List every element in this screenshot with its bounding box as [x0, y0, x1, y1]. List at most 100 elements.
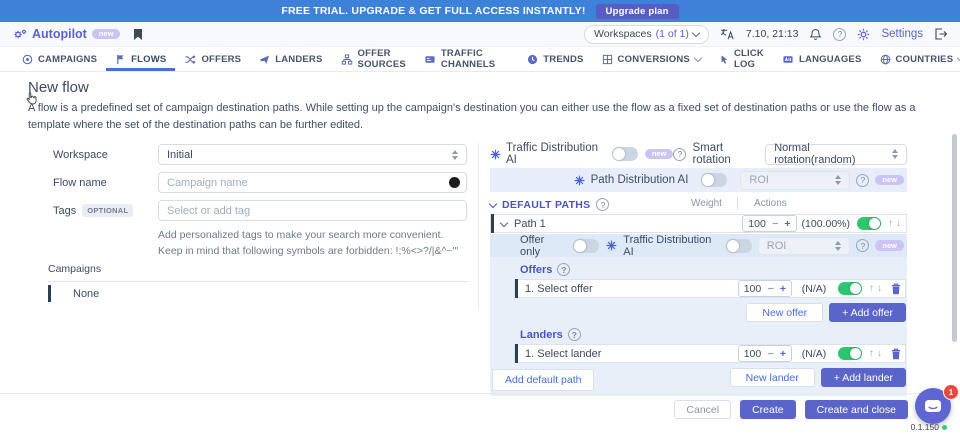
move-up-icon[interactable]: ↑ [869, 283, 875, 294]
offer-weight-value[interactable]: 100 [744, 283, 762, 295]
move-down-icon[interactable]: ↓ [877, 348, 883, 359]
default-paths-header: DEFAULT PATHS ? Weight Actions [490, 197, 907, 212]
accent-bar [491, 214, 494, 233]
tab-label: CLICK LOG [734, 48, 764, 70]
weight-minus-button[interactable]: − [768, 283, 774, 295]
create-and-close-button[interactable]: Create and close [805, 400, 908, 419]
path-row[interactable]: Path 1 100 − + (100.00%) ↑ ↓ [490, 214, 907, 233]
tab-countries[interactable]: COUNTRIES [871, 47, 960, 71]
new-lander-button[interactable]: New lander [730, 368, 815, 387]
path-ai-help-icon[interactable]: ? [856, 174, 869, 187]
move-down-icon[interactable]: ↓ [877, 283, 883, 294]
flow-name-input[interactable] [158, 172, 467, 193]
weight-plus-button[interactable]: + [780, 348, 786, 360]
tab-trends[interactable]: TRENDS [518, 47, 592, 71]
path-weight-value[interactable]: 100 [748, 218, 766, 230]
collapse-chevron-icon[interactable] [489, 199, 497, 207]
divider [48, 281, 468, 282]
path-ai-metric-select[interactable]: ROI [740, 171, 850, 190]
create-button[interactable]: Create [740, 400, 796, 419]
path-metric-select[interactable]: ROI [758, 237, 851, 255]
ai-star-icon [606, 240, 617, 251]
smart-rotation-select[interactable]: Normal rotation(random) [765, 144, 907, 165]
offers-section-title: Offers ? [520, 263, 907, 276]
offer-only-toggle[interactable] [573, 239, 599, 253]
traffic-ai-label: Traffic Distribution AI [506, 142, 605, 166]
lander-row[interactable]: 1. Select lander 100 − + (N/A) ↑ ↓ [514, 344, 906, 363]
workspace-value: Initial [167, 149, 193, 161]
traffic-ai-toggle[interactable] [612, 147, 638, 161]
flow-name-row: Flow name [53, 172, 467, 193]
path-weight-stepper[interactable]: 100 − + [742, 215, 796, 232]
path-collapse-chevron-icon[interactable] [500, 218, 508, 226]
clock-icon [527, 54, 538, 65]
tab-click-log[interactable]: CLICK LOG [710, 47, 773, 71]
path-ai-toggle[interactable] [701, 173, 727, 187]
landers-section-title: Landers ? [520, 328, 907, 341]
tab-flows[interactable]: FLOWS [106, 47, 175, 71]
offer-weight-stepper[interactable]: 100 − + [738, 280, 792, 297]
settings-gear-icon[interactable] [857, 28, 870, 41]
workspace-select[interactable]: Initial [158, 144, 467, 165]
tab-campaigns[interactable]: CAMPAIGNS [13, 47, 106, 71]
weight-plus-button[interactable]: + [780, 283, 786, 295]
new-offer-button[interactable]: New offer [746, 303, 823, 322]
tags-input[interactable] [158, 200, 467, 221]
translate-icon[interactable] [720, 28, 735, 40]
campaigns-none-row: None [48, 285, 468, 302]
upgrade-plan-button[interactable]: Upgrade plan [596, 4, 679, 19]
add-offer-button[interactable]: + Add offer [829, 303, 906, 322]
offer-stat: (N/A) [797, 283, 831, 295]
default-paths-help-icon[interactable]: ? [596, 198, 609, 211]
path-ai-metric-value: ROI [749, 174, 769, 186]
tab-conversions[interactable]: CONVERSIONS [593, 47, 710, 71]
offers-help-icon[interactable]: ? [557, 263, 570, 276]
logout-icon[interactable] [934, 28, 947, 40]
lander-select-label[interactable]: 1. Select lander [525, 348, 601, 360]
smart-rotation-help-icon[interactable]: ? [673, 148, 686, 161]
main-nav: CAMPAIGNS FLOWS OFFERS LANDERS OFFER SOU… [0, 47, 960, 72]
weight-minus-button[interactable]: − [772, 218, 778, 230]
lander-stat: (N/A) [797, 348, 831, 360]
settings-link[interactable]: Settings [881, 28, 923, 40]
help-icon[interactable]: ? [833, 28, 846, 41]
path-metric-help-icon[interactable]: ? [856, 239, 869, 252]
tags-row: Tags OPTIONAL [53, 200, 467, 221]
path-traffic-ai-toggle[interactable] [726, 239, 752, 253]
lander-weight-stepper[interactable]: 100 − + [738, 345, 792, 362]
flow-color-dot[interactable] [449, 177, 460, 188]
weight-plus-button[interactable]: + [784, 218, 790, 230]
bookmark-icon[interactable] [133, 28, 143, 41]
add-default-path-button[interactable]: Add default path [492, 369, 594, 391]
move-up-icon[interactable]: ↑ [869, 348, 875, 359]
tab-offer-sources[interactable]: OFFER SOURCES [332, 47, 415, 71]
weight-minus-button[interactable]: − [768, 348, 774, 360]
cancel-button[interactable]: Cancel [674, 400, 731, 419]
offer-row[interactable]: 1. Select offer 100 − + (N/A) ↑ ↓ [514, 279, 906, 298]
landers-help-icon[interactable]: ? [568, 328, 581, 341]
add-lander-button[interactable]: + Add lander [821, 368, 906, 387]
delete-offer-icon[interactable] [891, 283, 901, 295]
language-card-icon [782, 54, 794, 65]
path-enabled-toggle[interactable] [857, 217, 881, 230]
brand[interactable]: Autopilot new [13, 27, 120, 41]
tab-languages[interactable]: LANGUAGES [773, 47, 871, 71]
weight-column-header: Weight [691, 198, 722, 209]
offer-enabled-toggle[interactable] [838, 282, 862, 295]
tab-offers[interactable]: OFFERS [175, 47, 250, 71]
traffic-ai-row: Traffic Distribution AI new ? Smart rota… [490, 143, 907, 165]
workspaces-dropdown[interactable]: Workspaces (1 of 1) [584, 25, 709, 44]
campaigns-value: None [73, 288, 99, 300]
lander-weight-value[interactable]: 100 [744, 348, 762, 360]
move-up-icon[interactable]: ↑ [888, 218, 894, 229]
offer-select-label[interactable]: 1. Select offer [525, 283, 593, 295]
delete-lander-icon[interactable] [891, 348, 901, 360]
accent-bar [515, 344, 518, 363]
tab-traffic-channels[interactable]: TRAFFIC CHANNELS [415, 47, 504, 71]
move-down-icon[interactable]: ↓ [896, 218, 902, 229]
select-caret-icon [886, 149, 898, 159]
lander-enabled-toggle[interactable] [838, 347, 862, 360]
bell-icon[interactable] [809, 28, 822, 41]
vertical-scrollbar[interactable] [952, 134, 957, 342]
tab-landers[interactable]: LANDERS [250, 47, 331, 71]
